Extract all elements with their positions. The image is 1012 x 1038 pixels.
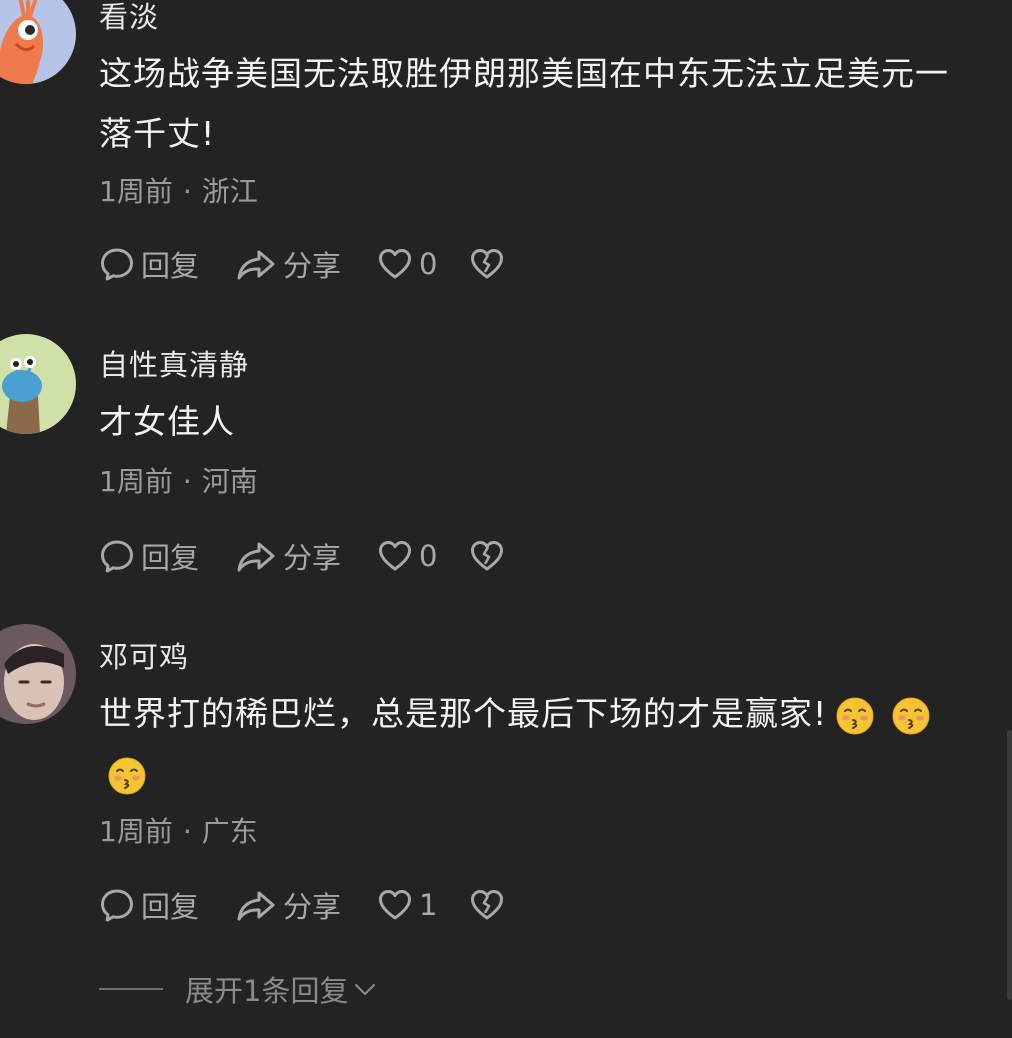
dislike-button[interactable] — [469, 887, 505, 923]
heart-icon — [377, 538, 413, 574]
like-button[interactable]: 0 — [377, 246, 469, 282]
meta-separator: · — [182, 815, 192, 848]
broken-heart-icon — [469, 887, 505, 923]
comment-actions: 回复 分享 0 — [99, 536, 505, 576]
reply-button[interactable]: 回复 — [99, 535, 235, 577]
comment-time: 1周前 — [99, 465, 173, 498]
share-button[interactable]: 分享 — [235, 243, 377, 285]
scrollbar[interactable] — [1007, 730, 1012, 1000]
broken-heart-icon — [469, 246, 505, 282]
reply-button[interactable]: 回复 — [99, 243, 235, 285]
expand-replies-label: 展开1条回复 — [185, 974, 349, 1008]
like-button[interactable]: 1 — [377, 887, 469, 923]
heart-icon — [377, 246, 413, 282]
comment-location: 广东 — [201, 815, 258, 848]
comment-time: 1周前 — [99, 815, 173, 848]
kiss-emoji-icon — [107, 756, 147, 796]
username[interactable]: 看淡 — [99, 0, 159, 36]
broken-heart-icon — [469, 538, 505, 574]
comment-location: 河南 — [201, 465, 258, 498]
like-count: 1 — [419, 888, 438, 922]
meta-separator: · — [182, 175, 192, 208]
comment-text-content: 世界打的稀巴烂，总是那个最后下场的才是赢家! — [99, 694, 828, 733]
dislike-button[interactable] — [469, 538, 505, 574]
chevron-down-icon — [355, 984, 376, 995]
reply-bubble-icon — [99, 246, 135, 282]
comment-meta: 1周前 · 广东 — [99, 810, 258, 850]
expand-replies-button[interactable]: 展开1条回复 — [99, 968, 378, 1010]
comment-time: 1周前 — [99, 175, 173, 208]
reply-label: 回复 — [141, 249, 200, 283]
reply-bubble-icon — [99, 887, 135, 923]
share-button[interactable]: 分享 — [235, 884, 377, 926]
reply-button[interactable]: 回复 — [99, 884, 235, 926]
share-button[interactable]: 分享 — [235, 535, 377, 577]
cartoon-shrimp-avatar-icon — [0, 0, 76, 84]
comment-actions: 回复 分享 0 — [99, 244, 505, 284]
avatar[interactable] — [0, 624, 76, 724]
username[interactable]: 自性真清静 — [99, 342, 249, 384]
comment-meta: 1周前 · 河南 — [99, 460, 258, 500]
reply-label: 回复 — [141, 890, 200, 924]
like-count: 0 — [419, 247, 438, 281]
dislike-button[interactable] — [469, 246, 505, 282]
reply-bubble-icon — [99, 538, 135, 574]
comment-location: 浙江 — [201, 175, 258, 208]
share-arrow-icon — [235, 246, 277, 282]
share-label: 分享 — [283, 249, 342, 283]
kiss-emoji-icon — [835, 696, 875, 736]
username[interactable]: 邓可鸡 — [99, 634, 189, 676]
comment-actions: 回复 分享 1 — [99, 885, 505, 925]
cartoon-snail-avatar-icon — [0, 334, 76, 434]
comment-meta: 1周前 · 浙江 — [99, 170, 258, 210]
like-count: 0 — [419, 539, 438, 573]
share-label: 分享 — [283, 541, 342, 575]
divider — [99, 988, 163, 990]
avatar[interactable] — [0, 0, 76, 84]
share-arrow-icon — [235, 887, 277, 923]
heart-icon — [377, 887, 413, 923]
like-button[interactable]: 0 — [377, 538, 469, 574]
share-arrow-icon — [235, 538, 277, 574]
meta-separator: · — [182, 465, 192, 498]
reply-label: 回复 — [141, 541, 200, 575]
comment-text: 才女佳人 — [99, 402, 235, 441]
share-label: 分享 — [283, 890, 342, 924]
comment-text: 这场战争美国无法取胜伊朗那美国在中东无法立足美元一落千丈! — [99, 54, 949, 153]
comment-text: 世界打的稀巴烂，总是那个最后下场的才是赢家! — [99, 684, 979, 804]
avatar[interactable] — [0, 334, 76, 434]
kiss-emoji-icon — [891, 696, 931, 736]
photo-avatar-icon — [0, 624, 76, 724]
